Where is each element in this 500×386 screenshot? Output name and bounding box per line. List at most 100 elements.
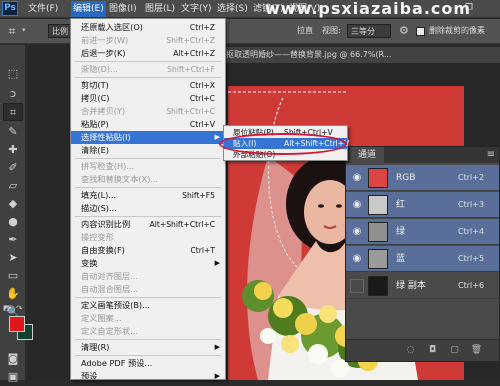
- edit-menu-item[interactable]: 清除(E): [71, 144, 225, 157]
- channel-shortcut: Ctrl+4: [458, 227, 485, 236]
- channel-thumbnail: [368, 195, 388, 215]
- foreground-color-swatch[interactable]: [9, 316, 25, 332]
- marquee-tool-icon[interactable]: ⬚: [3, 65, 23, 83]
- edit-menu-item[interactable]: 内容识别比例 Alt+Shift+Ctrl+C: [71, 218, 225, 231]
- edit-menu-item[interactable]: Adobe PDF 预设...: [71, 357, 225, 370]
- mask-icon[interactable]: ◘: [426, 344, 439, 357]
- dropdown-arrow-icon[interactable]: ▾: [22, 26, 26, 34]
- menu-item-label: 拷贝(C): [81, 93, 110, 103]
- brush-tool-icon[interactable]: ✐: [3, 159, 23, 177]
- menu-item-shortcut: Ctrl+V: [189, 120, 215, 129]
- edit-menu-item[interactable]: 清理(R) ▶: [71, 341, 225, 354]
- view-label: 视图:: [322, 26, 341, 35]
- channel-row-green-copy[interactable]: 绿 副本 Ctrl+6: [346, 273, 499, 299]
- menu-file[interactable]: 文件(F): [26, 1, 60, 17]
- dodge-tool-icon[interactable]: ●: [3, 213, 23, 231]
- healing-brush-icon[interactable]: ✚: [3, 141, 23, 159]
- edit-menu-item[interactable]: 变换 ▶: [71, 257, 225, 270]
- crop-tool-icon[interactable]: ⌗: [3, 103, 23, 121]
- restore-button[interactable]: ❐: [462, 2, 476, 15]
- menu-layer[interactable]: 图层(L): [143, 1, 177, 17]
- tab-channels[interactable]: 通道: [350, 147, 385, 163]
- menu-separator: [75, 355, 221, 356]
- menu-item-shortcut: Shift+Ctrl+Z: [166, 36, 215, 45]
- menu-item-label: 清除(E): [81, 145, 109, 155]
- channel-row-rgb[interactable]: ◉ RGB Ctrl+2: [346, 165, 499, 191]
- channel-row-green[interactable]: ◉ 绿 Ctrl+4: [346, 219, 499, 245]
- edit-menu-item[interactable]: 选择性粘贴(I) ▶: [71, 131, 225, 144]
- menu-separator: [75, 297, 221, 298]
- quick-mask-icon[interactable]: ◙: [3, 350, 23, 368]
- submenu-arrow-icon: ▶: [214, 343, 220, 351]
- document-tab[interactable]: 抠取透明婚纱——替换背景.jpg @ 66.7%(R...: [220, 47, 500, 63]
- menu-item-shortcut: Ctrl+T: [190, 246, 215, 255]
- screen-mode-icon[interactable]: ▣: [3, 368, 23, 386]
- menu-separator: [75, 339, 221, 340]
- default-colors-icon[interactable]: ◩: [3, 304, 10, 312]
- channel-row-red[interactable]: ◉ 红 Ctrl+3: [346, 192, 499, 218]
- pen-tool-icon[interactable]: ✒: [3, 231, 23, 249]
- eraser-tool-icon[interactable]: ▱: [3, 177, 23, 195]
- edit-menu-item: 合并拷贝(Y) Shift+Ctrl+C: [71, 105, 225, 118]
- edit-menu-item[interactable]: 还原载入选区(O) Ctrl+Z: [71, 21, 225, 34]
- channel-thumbnail: [368, 168, 388, 188]
- channel-name: 红: [396, 200, 406, 210]
- lasso-tool-icon[interactable]: ↄ: [3, 85, 23, 103]
- new-channel-icon[interactable]: ▢: [448, 344, 461, 357]
- menu-item-label: 清理(R): [81, 342, 110, 352]
- edit-menu-item[interactable]: 描边(S)...: [71, 202, 225, 215]
- menu-item-label: 定义画笔预设(B)...: [81, 300, 150, 310]
- panel-menu-icon[interactable]: ≡: [487, 149, 495, 160]
- edit-menu-item: 定义图案...: [71, 312, 225, 325]
- menu-edit[interactable]: 编辑(E): [71, 1, 106, 17]
- eye-icon[interactable]: ◉: [350, 198, 364, 212]
- menu-item-label: 操控变形: [81, 232, 114, 242]
- menu-item-label: 定义图案...: [81, 313, 122, 323]
- channel-thumbnail: [368, 222, 388, 242]
- edit-menu-item[interactable]: 后退一步(K) Alt+Ctrl+Z: [71, 47, 225, 60]
- edit-menu-dropdown: 还原载入选区(O) Ctrl+Z 前进一步(W) Shift+Ctrl+Z 后退一步(K…: [70, 18, 226, 380]
- photoshop-logo-icon: Ps: [2, 1, 18, 16]
- view-select[interactable]: 三等分: [347, 24, 391, 38]
- eye-icon[interactable]: ◉: [350, 225, 364, 239]
- eye-icon[interactable]: ◉: [350, 252, 364, 266]
- hand-tool-icon[interactable]: ✋: [3, 285, 23, 303]
- menu-item-label: Adobe PDF 预设...: [81, 358, 153, 368]
- channel-name: 绿 副本: [396, 281, 426, 291]
- swap-colors-icon[interactable]: ↷: [16, 304, 23, 313]
- channel-shortcut: Ctrl+5: [458, 254, 485, 263]
- path-selection-icon[interactable]: ➤: [3, 249, 23, 267]
- edit-menu-item: 拼写检查(H)...: [71, 160, 225, 173]
- edit-menu-item[interactable]: 预设 ▶: [71, 370, 225, 379]
- edit-menu-item[interactable]: 剪切(T) Ctrl+X: [71, 79, 225, 92]
- menu-type[interactable]: 文字(Y): [179, 1, 214, 17]
- delete-cropped-checkbox[interactable]: [416, 27, 425, 36]
- menu-image[interactable]: 图像(I): [107, 1, 139, 17]
- edit-menu-item[interactable]: 拷贝(C) Ctrl+C: [71, 92, 225, 105]
- edit-menu-item[interactable]: 填充(L)... Shift+F5: [71, 189, 225, 202]
- menu-item-shortcut: Shift+F5: [182, 191, 215, 200]
- menu-item-label: 自由变换(F): [81, 245, 125, 255]
- paint-bucket-icon[interactable]: ◆: [3, 195, 23, 213]
- crop-tool-icon[interactable]: ⌗: [4, 23, 20, 39]
- visibility-toggle[interactable]: [350, 279, 364, 293]
- gear-icon[interactable]: ⚙: [399, 24, 409, 38]
- menu-select[interactable]: 选择(S): [215, 1, 250, 17]
- minimize-button[interactable]: –: [444, 2, 458, 15]
- channel-row-blue[interactable]: ◉ 蓝 Ctrl+5: [346, 246, 499, 272]
- menu-separator: [75, 158, 221, 159]
- straighten-label[interactable]: 拉直: [297, 24, 313, 38]
- eyedropper-tool-icon[interactable]: ✎: [3, 123, 23, 141]
- edit-menu-item[interactable]: 粘贴(P) Ctrl+V: [71, 118, 225, 131]
- rectangle-tool-icon[interactable]: ▭: [3, 267, 23, 285]
- delete-cropped-label: 删除裁剪的像素: [429, 26, 485, 35]
- menu-item-label: 前进一步(W): [81, 35, 129, 45]
- eye-icon[interactable]: ◉: [350, 171, 364, 185]
- edit-menu-item[interactable]: 定义画笔预设(B)...: [71, 299, 225, 312]
- edit-menu-item: 查找和替换文本(X)...: [71, 173, 225, 186]
- menu-item-label: 查找和替换文本(X)...: [81, 174, 159, 184]
- trash-icon[interactable]: 🗑: [470, 344, 483, 357]
- channel-name: 蓝: [396, 254, 406, 264]
- edit-menu-item[interactable]: 自由变换(F) Ctrl+T: [71, 244, 225, 257]
- dotted-circle-icon[interactable]: ◌: [404, 344, 417, 357]
